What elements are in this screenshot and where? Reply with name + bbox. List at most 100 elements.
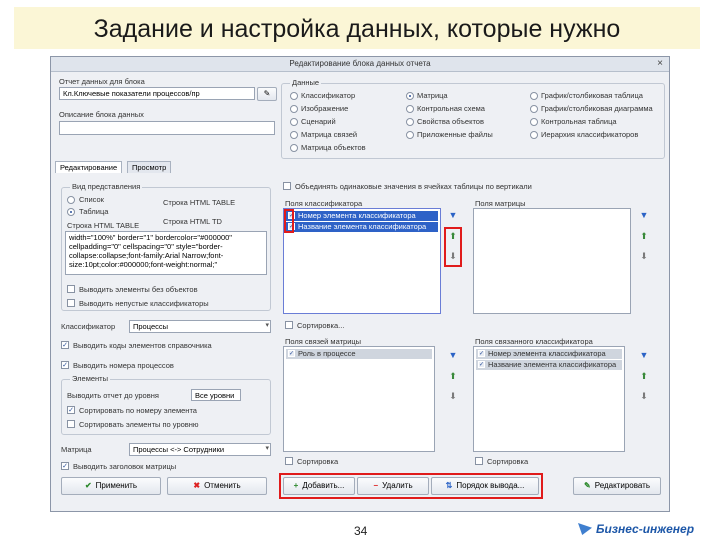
data-type-radio[interactable] — [530, 92, 538, 100]
filter-icon[interactable]: ▼ — [448, 351, 458, 360]
depth-value: Все уровни — [195, 391, 235, 400]
tab-preview[interactable]: Просмотр — [127, 161, 172, 173]
data-type-label: График/столбиковая диаграмма — [541, 104, 653, 113]
layout-table-radio[interactable] — [67, 208, 75, 216]
move-down-icon[interactable]: ⬇ — [448, 392, 458, 401]
move-down-icon[interactable]: ⬇ — [639, 392, 649, 401]
sort-toggle[interactable] — [475, 457, 483, 465]
field-checkbox[interactable]: ✓ — [288, 212, 295, 219]
data-type-radio[interactable] — [290, 118, 298, 126]
add-button[interactable]: + Добавить... — [283, 477, 355, 495]
numbers-checkbox[interactable]: ✓ — [61, 361, 69, 369]
layout-group-label: Вид представления — [70, 182, 143, 191]
move-up-icon[interactable]: ⬆ — [639, 232, 649, 241]
list-item[interactable]: ✓ Номер элемента классификатора — [286, 211, 438, 221]
nonempty-classifiers-label: Выводить непустые классификаторы — [79, 299, 209, 308]
check-icon: ✔ — [84, 481, 92, 490]
list-item-text: Номер элемента классификатора — [298, 211, 416, 220]
data-type-label: Изображение — [301, 104, 349, 113]
apply-button[interactable]: ✔ Применить — [61, 477, 161, 495]
field-checkbox[interactable]: ✓ — [288, 350, 295, 357]
matrix-header-checkbox[interactable]: ✓ — [61, 462, 69, 470]
class-fields-list: ✓ Номер элемента классификатора ✓ Название… — [283, 208, 441, 314]
cancel-button[interactable]: ✖ Отменить — [167, 477, 267, 495]
report-field[interactable]: Кл.Ключевые показатели процессов/пр — [59, 87, 255, 100]
move-up-icon[interactable]: ⬆ — [448, 372, 458, 381]
data-type-radio[interactable] — [530, 131, 538, 139]
sort-level-checkbox[interactable] — [67, 420, 75, 428]
data-type-radio[interactable] — [530, 105, 538, 113]
class-fields-label: Поля классификатора — [285, 199, 363, 208]
empty-elements-checkbox[interactable] — [67, 285, 75, 293]
sort-label[interactable]: Сортировка — [487, 457, 528, 466]
chevron-down-icon: ▾ — [265, 322, 269, 329]
sort-toggle[interactable] — [285, 457, 293, 465]
list-item-text: Название элемента классификатора — [488, 360, 617, 369]
order-label: Порядок вывода... — [456, 481, 525, 490]
order-button[interactable]: ⇅ Порядок вывода... — [431, 477, 539, 495]
sort-toggle[interactable] — [285, 321, 293, 329]
filter-icon[interactable]: ▼ — [639, 211, 649, 220]
sort-number-label: Сортировать по номеру элемента — [79, 406, 197, 415]
filter-icon[interactable]: ▼ — [639, 351, 649, 360]
matrix-select[interactable]: Процессы <-> Сотрудники ▾ — [129, 443, 271, 456]
sort-level-label: Сортировать элементы по уровню — [79, 420, 199, 429]
data-type-radio[interactable] — [290, 144, 298, 152]
combine-checkbox[interactable] — [283, 182, 291, 190]
field-checkbox[interactable]: ✓ — [288, 223, 295, 230]
layout-list-radio[interactable] — [67, 196, 75, 204]
move-up-icon[interactable]: ⬆ — [448, 232, 458, 241]
list-item-text: Роль в процессе — [298, 349, 356, 358]
layout-table-label: Таблица — [79, 207, 109, 216]
sort-label[interactable]: Сортировка... — [297, 321, 344, 330]
minus-icon: − — [373, 481, 379, 490]
data-type-radio[interactable] — [290, 105, 298, 113]
classifier-value: Процессы — [133, 322, 169, 331]
matrix-label: Матрица — [61, 445, 92, 454]
delete-button[interactable]: − Удалить — [357, 477, 429, 495]
data-type-radio[interactable] — [290, 92, 298, 100]
report-label: Отчет данных для блока — [59, 77, 145, 86]
data-type-radio[interactable] — [406, 92, 414, 100]
codes-checkbox[interactable]: ✓ — [61, 341, 69, 349]
data-type-label: Матрица связей — [301, 130, 358, 139]
linked-class-label: Поля связанного классификатора — [475, 337, 593, 346]
row-html-table-button[interactable]: Строка HTML TABLE — [163, 198, 235, 207]
move-down-icon[interactable]: ⬇ — [639, 252, 649, 261]
move-down-icon[interactable]: ⬇ — [448, 252, 458, 261]
depth-label: Выводить отчет до уровня — [67, 391, 159, 400]
depth-select[interactable]: Все уровни — [191, 389, 241, 401]
data-type-radio[interactable] — [290, 131, 298, 139]
tab-edit[interactable]: Редактирование — [55, 161, 123, 173]
field-checkbox[interactable]: ✓ — [478, 361, 485, 368]
sort-number-checkbox[interactable]: ✓ — [67, 406, 75, 414]
data-type-radio[interactable] — [406, 105, 414, 113]
data-type-radio[interactable] — [406, 118, 414, 126]
data-type-group-label: Данные — [290, 78, 322, 87]
close-icon: ✖ — [193, 481, 201, 490]
nonempty-classifiers-checkbox[interactable] — [67, 299, 75, 307]
list-item[interactable]: ✓ Название элемента классификатора — [476, 360, 622, 370]
list-item[interactable]: ✓ Название элемента классификатора — [286, 222, 438, 232]
data-type-radio[interactable] — [406, 131, 414, 139]
data-type-radio[interactable] — [530, 118, 538, 126]
list-item[interactable]: ✓ Номер элемента классификатора — [476, 349, 622, 359]
matrix-fields-list — [473, 208, 631, 314]
list-item-text: Название элемента классификатора — [298, 222, 427, 231]
sort-label[interactable]: Сортировка — [297, 457, 338, 466]
close-icon[interactable]: × — [657, 58, 663, 69]
data-type-label: Матрица объектов — [301, 143, 366, 152]
edit-icon: ✎ — [584, 481, 591, 490]
classifier-select[interactable]: Процессы ▾ — [129, 320, 271, 333]
edit-label: Редактировать — [594, 481, 650, 490]
description-field[interactable] — [59, 121, 275, 135]
slide-title: Задание и настройка данных, которые нужн… — [93, 15, 621, 43]
browse-button[interactable]: ✎ — [257, 87, 277, 101]
field-checkbox[interactable]: ✓ — [478, 350, 485, 357]
html-attributes-field[interactable]: width="100%" border="1" bordercolor="#00… — [65, 231, 267, 275]
row-html-td-button[interactable]: Строка HTML TD — [163, 217, 222, 226]
move-up-icon[interactable]: ⬆ — [639, 372, 649, 381]
list-item[interactable]: ✓ Роль в процессе — [286, 349, 432, 359]
filter-icon[interactable]: ▼ — [448, 211, 458, 220]
edit-button[interactable]: ✎ Редактировать — [573, 477, 661, 495]
